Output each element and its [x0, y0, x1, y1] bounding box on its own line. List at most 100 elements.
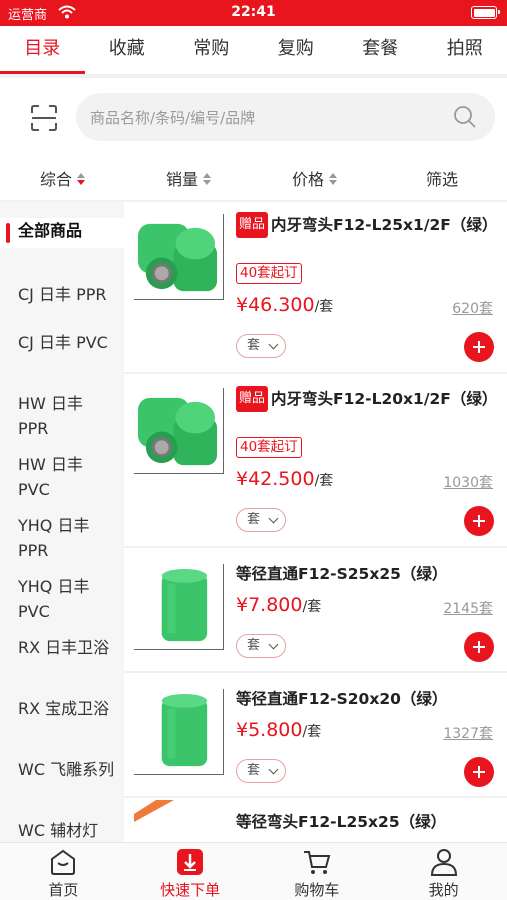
clock: 22:41 — [231, 4, 276, 20]
sort-comprehensive[interactable]: 综合 — [40, 166, 86, 190]
tab-repurchase[interactable]: 复购 — [254, 26, 339, 74]
chevron-down-icon — [268, 639, 279, 650]
unit-select[interactable]: 套 — [236, 759, 286, 783]
add-to-cart-button[interactable] — [464, 632, 494, 662]
unit-select-value: 套 — [247, 338, 261, 353]
product-image[interactable] — [134, 564, 224, 650]
category-item[interactable]: WC 辅材灯 — [0, 818, 124, 842]
category-item[interactable]: YHQ 日丰 PPR — [0, 513, 124, 563]
stock-count: 1327套 — [443, 726, 493, 742]
add-to-cart-button[interactable] — [464, 506, 494, 536]
nav-label: 首页 — [48, 881, 79, 899]
product-title-text: 内牙弯头F12-L20x1/2F（绿） — [271, 390, 498, 408]
stock-count: 1030套 — [443, 475, 493, 491]
tab-photo[interactable]: 拍照 — [423, 26, 507, 74]
moq-tag: 40套起订 — [236, 437, 302, 458]
battery-icon — [471, 6, 500, 19]
sort-arrows-icon — [329, 172, 338, 185]
moq-tag: 40套起订 — [236, 263, 302, 284]
tab-bundles[interactable]: 套餐 — [338, 26, 423, 74]
unit-select-value: 套 — [247, 763, 261, 778]
category-item[interactable]: HW 日丰 PPR — [0, 391, 124, 441]
unit-select[interactable]: 套 — [236, 508, 286, 532]
category-item[interactable]: YHQ 日丰 PVC — [0, 574, 124, 624]
product-title[interactable]: 赠品 内牙弯头F12-L25x1/2F（绿） — [236, 212, 501, 238]
product-card[interactable]: 等径直通F12-S20x20（绿） ¥5.800/套 1327套 套 — [124, 675, 507, 798]
tab-favorites[interactable]: 收藏 — [85, 26, 170, 74]
product-title-text: 内牙弯头F12-L25x1/2F（绿） — [271, 216, 498, 234]
unit-select-value: 套 — [247, 638, 261, 653]
user-icon — [430, 849, 457, 876]
chevron-down-icon — [268, 339, 279, 350]
nav-label: 购物车 — [294, 881, 340, 899]
sort-price-label: 价格 — [292, 170, 325, 189]
product-image[interactable] — [134, 214, 224, 300]
nav-label: 快速下单 — [160, 881, 221, 899]
product-card[interactable]: 赠品 内牙弯头F12-L20x1/2F（绿） 40套起订 ¥42.500/套 10… — [124, 376, 507, 548]
nav-cart[interactable]: 购物车 — [254, 843, 381, 900]
sort-arrows-icon — [77, 172, 86, 185]
price-value: ¥46.300 — [236, 294, 315, 316]
sort-price[interactable]: 价格 — [292, 166, 338, 190]
price-value: ¥42.500 — [236, 468, 315, 490]
product-price: ¥5.800/套 — [236, 719, 321, 741]
product-card[interactable]: 等径直通F12-S25x25（绿） ¥7.800/套 2145套 套 — [124, 550, 507, 673]
nav-profile[interactable]: 我的 — [380, 843, 507, 900]
category-item[interactable]: CJ 日丰 PPR — [0, 282, 124, 307]
price-unit: /套 — [302, 599, 322, 615]
divider — [0, 74, 507, 78]
search-icon[interactable] — [453, 105, 477, 129]
price-unit: /套 — [314, 473, 334, 489]
price-value: ¥5.800 — [236, 719, 303, 741]
sort-arrows-icon — [203, 172, 212, 185]
product-card[interactable]: 赠品 内牙弯头F12-L25x1/2F（绿） 40套起订 ¥46.300/套 62… — [124, 202, 507, 374]
quick-order-icon — [177, 849, 204, 875]
scan-icon[interactable] — [30, 104, 58, 132]
add-to-cart-button[interactable] — [464, 757, 494, 787]
home-icon — [51, 849, 76, 875]
product-price: ¥42.500/套 — [236, 468, 333, 490]
stock-count: 2145套 — [443, 601, 493, 617]
nav-home[interactable]: 首页 — [0, 843, 127, 900]
gift-badge: 赠品 — [236, 386, 269, 412]
nav-label: 我的 — [428, 881, 459, 899]
top-tabs: 目录 收藏 常购 复购 套餐 拍照 — [0, 26, 507, 74]
sort-comprehensive-label: 综合 — [40, 170, 73, 189]
price-value: ¥7.800 — [236, 594, 303, 616]
unit-select[interactable]: 套 — [236, 634, 286, 658]
unit-select-value: 套 — [247, 512, 261, 527]
gift-badge: 赠品 — [236, 212, 269, 238]
tab-frequent[interactable]: 常购 — [169, 26, 254, 74]
cart-icon — [303, 851, 331, 874]
product-price: ¥46.300/套 — [236, 294, 333, 316]
category-item[interactable]: RX 日丰卫浴 — [0, 635, 124, 660]
tab-catalog[interactable]: 目录 — [0, 26, 85, 74]
price-unit: /套 — [302, 724, 322, 740]
nav-quick-order[interactable]: 快速下单 — [127, 843, 254, 900]
category-label: 全部商品 — [18, 221, 83, 240]
category-item[interactable]: WC 飞雕系列 — [0, 757, 124, 782]
product-card[interactable]: 等径弯头F12-L25x25（绿） — [124, 800, 507, 842]
sort-sales-label: 销量 — [166, 170, 199, 189]
category-sidebar: 全部商品 CJ 日丰 PPR CJ 日丰 PVC HW 日丰 PPR HW 日丰… — [0, 202, 124, 842]
search-placeholder: 商品名称/条码/编号/品牌 — [90, 109, 256, 127]
add-to-cart-button[interactable] — [464, 332, 494, 362]
product-title[interactable]: 等径弯头F12-L25x25（绿） — [236, 810, 501, 834]
stock-count: 620套 — [452, 301, 493, 317]
category-item[interactable]: CJ 日丰 PVC — [0, 330, 124, 355]
product-title[interactable]: 等径直通F12-S20x20（绿） — [236, 687, 501, 711]
sort-sales[interactable]: 销量 — [166, 166, 212, 190]
unit-select[interactable]: 套 — [236, 334, 286, 358]
promo-corner-tag-icon — [134, 800, 174, 822]
sort-bar: 综合 销量 价格 筛选 — [0, 158, 507, 198]
filter-button[interactable]: 筛选 — [426, 166, 458, 190]
product-image[interactable] — [134, 689, 224, 775]
product-title[interactable]: 赠品 内牙弯头F12-L20x1/2F（绿） — [236, 386, 501, 412]
category-all[interactable]: 全部商品 — [0, 218, 124, 248]
product-price: ¥7.800/套 — [236, 594, 321, 616]
search-input[interactable]: 商品名称/条码/编号/品牌 — [76, 93, 495, 141]
product-image[interactable] — [134, 388, 224, 474]
category-item[interactable]: RX 宝成卫浴 — [0, 696, 124, 721]
category-item[interactable]: HW 日丰 PVC — [0, 452, 124, 502]
product-title[interactable]: 等径直通F12-S25x25（绿） — [236, 562, 501, 586]
